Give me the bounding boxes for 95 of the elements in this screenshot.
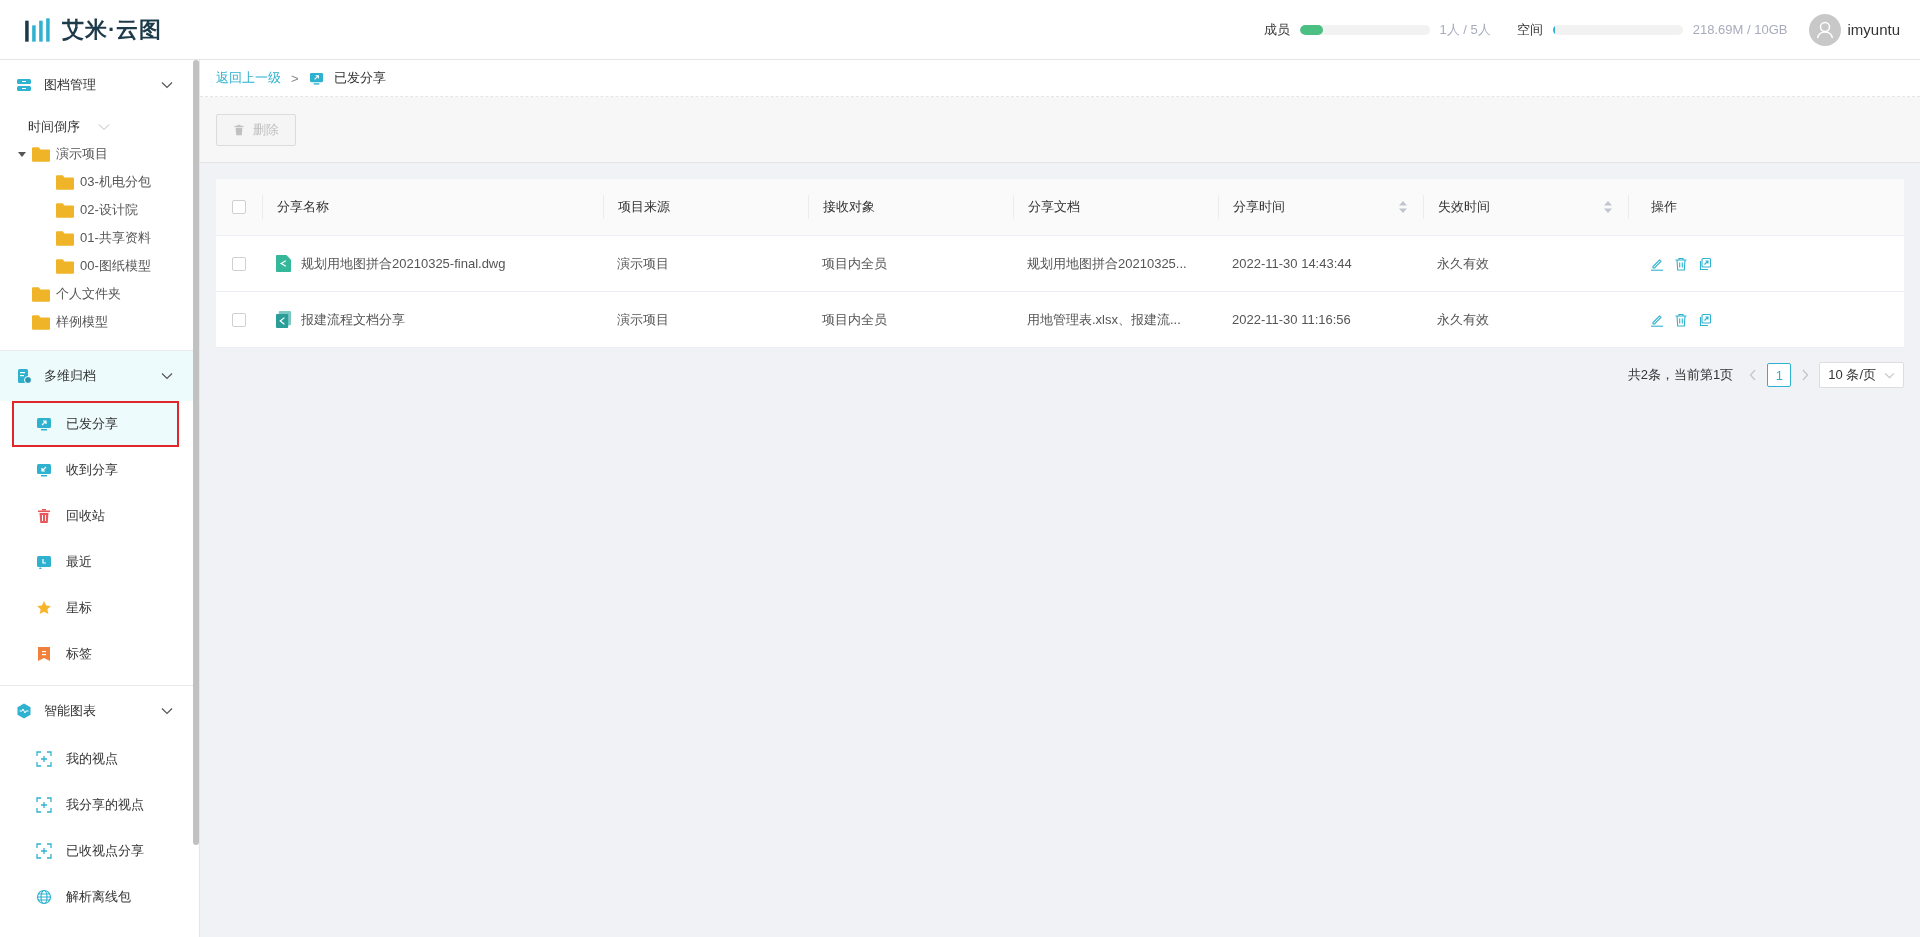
sort-dropdown[interactable]: 时间倒序 (28, 116, 110, 138)
caret-icon[interactable] (18, 150, 26, 158)
focus-icon (36, 797, 52, 813)
folder-item[interactable]: 样例模型 (0, 308, 108, 336)
edit-icon[interactable] (1650, 312, 1664, 327)
sort-icon[interactable] (1604, 201, 1612, 213)
star-icon (36, 600, 52, 616)
folder-icon (32, 146, 50, 162)
menu-item[interactable]: 已发分享 (12, 401, 179, 447)
table-cell: 演示项目 (617, 310, 669, 329)
table-cell: 用地管理表.xlsx、报建流... (1027, 310, 1181, 329)
trash-icon (233, 123, 245, 136)
drawer-icon (16, 77, 32, 93)
folder-item[interactable]: 02-设计院 (0, 196, 138, 224)
column-header: 失效时间 (1438, 198, 1490, 216)
avatar-icon[interactable] (1809, 13, 1842, 46)
breadcrumb-current: 已发分享 (333, 69, 386, 87)
bookmark-icon (36, 646, 52, 662)
menu-item[interactable]: 我的视点 (12, 736, 179, 782)
section-title: 智能图表 (44, 702, 97, 720)
column-header: 分享文档 (1028, 198, 1080, 216)
members-count: 1人 / 5人 (1439, 20, 1491, 39)
table-cell: 2022-11-30 11:16:56 (1232, 312, 1351, 327)
table-cell: 永久有效 (1437, 310, 1489, 329)
table-cell: 项目内全员 (822, 310, 887, 329)
menu-item[interactable]: 最近 (12, 539, 179, 585)
folder-icon (56, 258, 74, 274)
menu-item[interactable]: 星标 (12, 585, 179, 631)
space-usage: 218.69M / 10GB (1692, 22, 1788, 37)
folder-icon (32, 286, 50, 302)
monitor-icon (36, 416, 52, 432)
breadcrumb-separator: > (291, 70, 299, 86)
select-all-checkbox[interactable] (232, 200, 246, 214)
document-icon (16, 368, 32, 384)
section-title: 图档管理 (44, 76, 97, 94)
logo-text: 艾米·云图 (62, 15, 163, 44)
sort-icon[interactable] (1399, 201, 1407, 213)
edit-icon[interactable] (1650, 256, 1664, 271)
previous-page-icon[interactable] (1749, 369, 1758, 381)
username[interactable]: imyuntu (1847, 21, 1900, 38)
menu-item[interactable]: 收到分享 (12, 447, 179, 493)
section-header[interactable]: 多维归档 (0, 350, 193, 401)
page-size-dropdown[interactable]: 10 条/页 (1819, 362, 1904, 388)
copy-link-icon[interactable] (1698, 312, 1712, 327)
monitor-icon (308, 70, 324, 86)
table-cell: 永久有效 (1437, 254, 1489, 273)
folder-item[interactable]: 01-共享资料 (0, 224, 151, 252)
pulse-icon (16, 703, 32, 719)
folder-icon (56, 230, 74, 246)
shared-files-icon (276, 311, 291, 328)
table-cell: 演示项目 (617, 254, 669, 273)
menu-item[interactable]: 回收站 (12, 493, 179, 539)
section-title: 多维归档 (44, 367, 97, 385)
copy-link-icon[interactable] (1698, 256, 1712, 271)
pagination-summary: 共2条，当前第1页 (1627, 366, 1734, 384)
row-checkbox[interactable] (232, 256, 246, 271)
focus-icon (36, 751, 52, 767)
members-label: 成员 (1263, 20, 1290, 39)
shared-file-icon (276, 255, 291, 272)
folder-item[interactable]: 演示项目 (0, 140, 108, 168)
folder-item[interactable]: 个人文件夹 (0, 280, 121, 308)
menu-item[interactable]: 已收视点分享 (12, 828, 179, 874)
menu-item[interactable]: 解析离线包 (12, 874, 179, 920)
table-cell: 2022-11-30 14:43:44 (1232, 256, 1352, 271)
clock-icon (36, 554, 52, 570)
section-header[interactable]: 图档管理 (0, 60, 193, 110)
column-header: 操作 (1651, 198, 1677, 216)
share-name[interactable]: 规划用地图拼合20210325-final.dwg (301, 254, 506, 273)
folder-icon (56, 202, 74, 218)
chevron-icon (98, 123, 110, 131)
column-header: 分享名称 (277, 198, 329, 216)
share-name[interactable]: 报建流程文档分享 (301, 310, 405, 329)
next-page-icon[interactable] (1801, 369, 1810, 381)
table-cell: 项目内全员 (822, 254, 887, 273)
menu-item[interactable]: 我分享的视点 (12, 782, 179, 828)
focus-icon (36, 843, 52, 859)
table-cell: 规划用地图拼合20210325... (1027, 254, 1187, 273)
trash-icon (36, 508, 52, 524)
monitor-icon (36, 462, 52, 478)
row-checkbox[interactable] (232, 312, 246, 327)
globe-icon (36, 889, 52, 905)
chevron-icon (1884, 371, 1895, 379)
folder-item[interactable]: 03-机电分包 (0, 168, 151, 196)
folder-item[interactable]: 00-图纸模型 (0, 252, 151, 280)
folder-icon (32, 314, 50, 330)
delete-icon[interactable] (1674, 256, 1688, 271)
delete-icon[interactable] (1674, 312, 1688, 327)
space-label: 空间 (1516, 20, 1543, 39)
column-header: 项目来源 (618, 198, 670, 216)
scrollbar[interactable] (193, 60, 199, 845)
column-header: 接收对象 (823, 198, 875, 216)
folder-icon (56, 174, 74, 190)
menu-item[interactable]: 标签 (12, 631, 179, 677)
logo-icon (24, 15, 52, 44)
column-header: 分享时间 (1233, 198, 1285, 216)
